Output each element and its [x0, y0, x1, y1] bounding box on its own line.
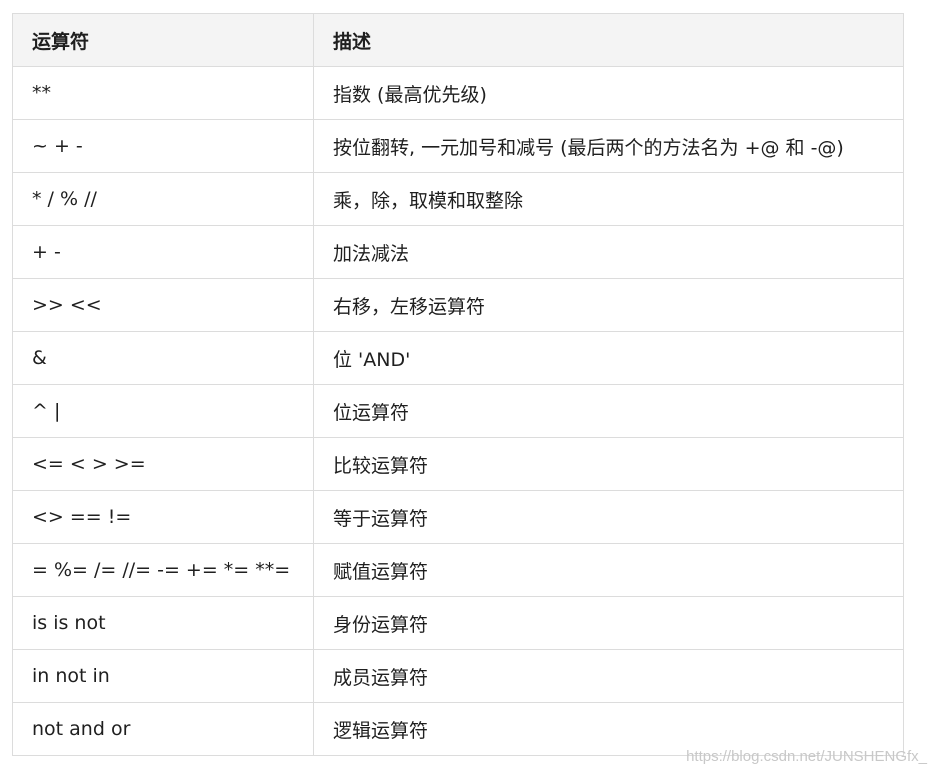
description-cell: 乘，除，取模和取整除 [313, 172, 904, 226]
header-operator: 运算符 [12, 13, 314, 67]
operator-cell: >> << [12, 278, 314, 332]
table-row: ~ + - 按位翻转, 一元加号和减号 (最后两个的方法名为 +@ 和 -@) [12, 119, 904, 173]
table-row: = %= /= //= -= += *= **= 赋值运算符 [12, 543, 904, 597]
operator-cell: ** [12, 66, 314, 120]
operator-cell: & [12, 331, 314, 385]
description-cell: 按位翻转, 一元加号和减号 (最后两个的方法名为 +@ 和 -@) [313, 119, 904, 173]
operator-cell: ^ | [12, 384, 314, 438]
operator-cell: not and or [12, 702, 314, 756]
description-cell: 成员运算符 [313, 649, 904, 703]
description-cell: 身份运算符 [313, 596, 904, 650]
operator-cell: + - [12, 225, 314, 279]
table-row: ^ | 位运算符 [12, 384, 904, 438]
table-row: in not in 成员运算符 [12, 649, 904, 703]
table-row: is is not 身份运算符 [12, 596, 904, 650]
description-cell: 指数 (最高优先级) [313, 66, 904, 120]
description-cell: 比较运算符 [313, 437, 904, 491]
description-cell: 位 'AND' [313, 331, 904, 385]
table-row: <= < > >= 比较运算符 [12, 437, 904, 491]
description-cell: 赋值运算符 [313, 543, 904, 597]
description-cell: 等于运算符 [313, 490, 904, 544]
operator-cell: = %= /= //= -= += *= **= [12, 543, 314, 597]
table-row: + - 加法减法 [12, 225, 904, 279]
operator-precedence-table: 运算符 描述 ** 指数 (最高优先级) ~ + - 按位翻转, 一元加号和减号… [12, 13, 904, 756]
table-row: & 位 'AND' [12, 331, 904, 385]
description-cell: 右移，左移运算符 [313, 278, 904, 332]
table-row: >> << 右移，左移运算符 [12, 278, 904, 332]
description-cell: 位运算符 [313, 384, 904, 438]
operator-cell: in not in [12, 649, 314, 703]
operator-cell: ~ + - [12, 119, 314, 173]
description-cell: 加法减法 [313, 225, 904, 279]
operator-cell: <> == != [12, 490, 314, 544]
operator-cell: <= < > >= [12, 437, 314, 491]
table-row: * / % // 乘，除，取模和取整除 [12, 172, 904, 226]
watermark: https://blog.csdn.net/JUNSHENGfx_ [686, 748, 927, 765]
table-row: <> == != 等于运算符 [12, 490, 904, 544]
operator-cell: is is not [12, 596, 314, 650]
table-row: ** 指数 (最高优先级) [12, 66, 904, 120]
header-description: 描述 [313, 13, 904, 67]
page: 运算符 描述 ** 指数 (最高优先级) ~ + - 按位翻转, 一元加号和减号… [0, 0, 935, 771]
operator-cell: * / % // [12, 172, 314, 226]
table-header-row: 运算符 描述 [12, 13, 904, 67]
